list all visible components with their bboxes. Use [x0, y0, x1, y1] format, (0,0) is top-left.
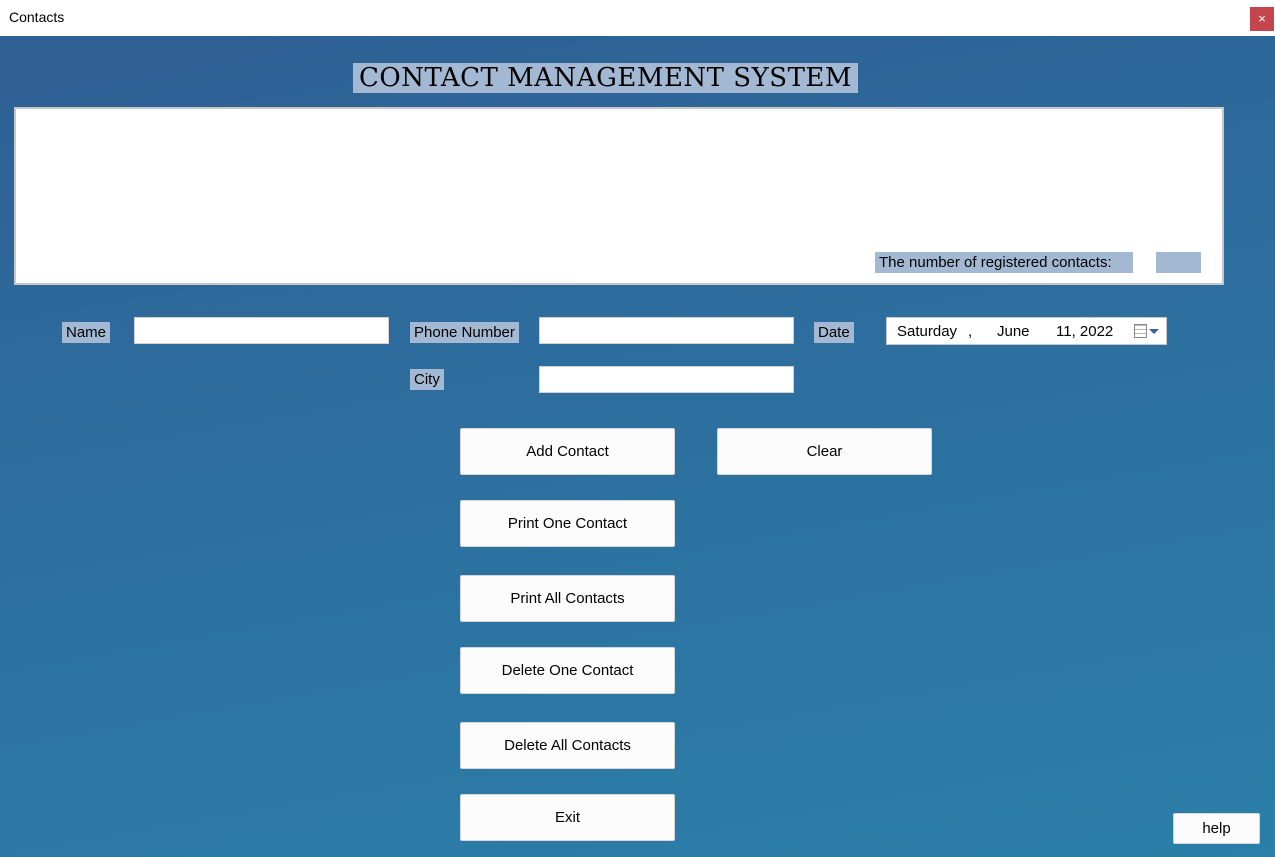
clear-button[interactable]: Clear — [717, 428, 932, 475]
date-day-year: 11, 2022 — [1056, 323, 1114, 340]
print-all-contacts-button[interactable]: Print All Contacts — [460, 575, 675, 622]
date-separator: , — [968, 323, 973, 340]
page-title: CONTACT MANAGEMENT SYSTEM — [353, 63, 859, 93]
main-window: CONTACT MANAGEMENT SYSTEM The number of … — [0, 36, 1275, 857]
date-month: June — [997, 323, 1030, 340]
date-picker[interactable]: Saturday , June 11, 2022 — [886, 317, 1167, 345]
title-bar: Contacts × — [0, 0, 1275, 36]
delete-one-contact-button[interactable]: Delete One Contact — [460, 647, 675, 694]
contact-count-label: The number of registered contacts: — [875, 252, 1133, 273]
exit-button[interactable]: Exit — [460, 794, 675, 841]
city-field[interactable] — [539, 366, 794, 393]
print-one-contact-button[interactable]: Print One Contact — [460, 500, 675, 547]
contact-count-value — [1156, 252, 1201, 273]
delete-all-contacts-button[interactable]: Delete All Contacts — [460, 722, 675, 769]
phone-field[interactable] — [539, 317, 794, 344]
phone-label: Phone Number — [410, 322, 519, 343]
window-title: Contacts — [9, 9, 65, 25]
close-icon[interactable]: × — [1250, 7, 1274, 31]
help-button[interactable]: help — [1173, 813, 1260, 844]
name-field[interactable] — [134, 317, 389, 344]
date-label: Date — [814, 322, 854, 343]
city-label: City — [410, 369, 444, 390]
add-contact-button[interactable]: Add Contact — [460, 428, 675, 475]
date-weekday: Saturday — [897, 323, 958, 340]
calendar-icon[interactable] — [1134, 324, 1147, 338]
name-label: Name — [62, 322, 111, 343]
chevron-down-icon[interactable] — [1149, 329, 1159, 334]
